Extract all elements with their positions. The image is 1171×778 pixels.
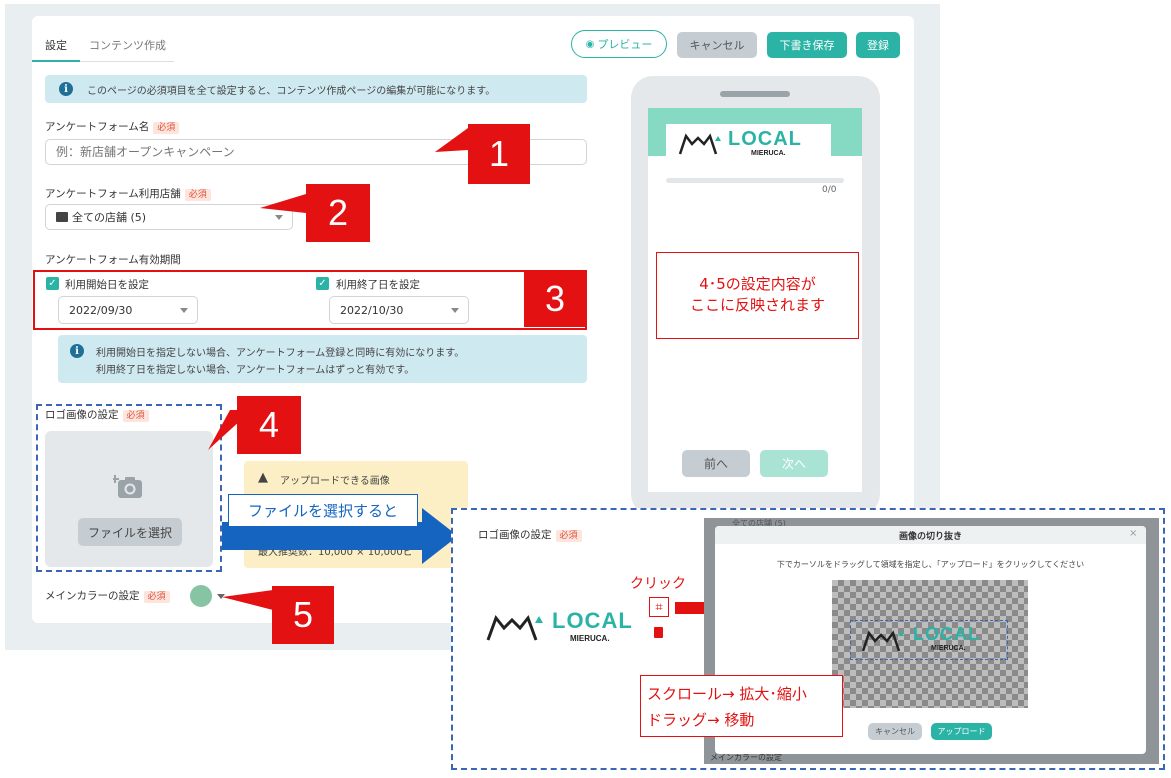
delete-icon[interactable] <box>654 627 663 638</box>
preview-progress-bar <box>666 178 844 183</box>
phone-speaker <box>720 91 790 97</box>
inset-logo-label: ロゴ画像の設定 必須 <box>478 527 582 542</box>
callout-5-pointer <box>222 590 273 610</box>
callout-2-pointer <box>260 194 306 213</box>
callout-badge-1: 1 <box>468 124 530 184</box>
crop-instruction: 下でカーソルをドラッグして領域を指定し、「アップロード」をクリックしてください <box>776 560 1085 569</box>
callout-badge-4: 4 <box>237 396 301 454</box>
preview-logo-word: LOCAL <box>728 128 802 150</box>
preview-logo-sub: MIERUCA. <box>751 150 786 157</box>
callout-badge-5: 5 <box>272 586 334 644</box>
callout-1-pointer <box>435 128 468 152</box>
crop-logo-sub: MIERUCA. <box>931 645 966 652</box>
required-tag: 必須 <box>555 530 582 542</box>
crop-cancel-button[interactable]: キャンセル <box>868 723 922 740</box>
crop-icon[interactable]: ⌗ <box>649 597 669 617</box>
mieruca-cat-icon <box>678 133 721 155</box>
preview-reflect-note: 4･5の設定内容が ここに反映されます <box>656 252 859 339</box>
close-icon[interactable]: × <box>1129 528 1137 539</box>
crop-selection[interactable]: LOCAL MIERUCA. <box>850 620 1008 660</box>
preview-reflect-line1: 4･5の設定内容が <box>699 275 816 293</box>
preview-progress-text: 0/0 <box>822 185 837 195</box>
file-select-arrow-label: ファイルを選択すると <box>228 494 418 527</box>
inset-logo-label-text: ロゴ画像の設定 <box>478 529 552 541</box>
scroll-drag-note: スクロール→ 拡大･縮小 ドラッグ→ 移動 <box>640 675 843 737</box>
preview-logo-box: LOCAL MIERUCA. <box>666 124 831 160</box>
preview-next-button[interactable]: 次へ <box>760 450 828 477</box>
preview-prev-button[interactable]: 前へ <box>682 450 750 477</box>
callout-badge-2: 2 <box>306 184 370 242</box>
crop-upload-button[interactable]: アップロード <box>931 723 992 740</box>
mieruca-cat-icon <box>486 614 543 641</box>
inset-logo-word: LOCAL <box>552 608 633 633</box>
scroll-note-line2: ドラッグ→ 移動 <box>647 711 755 729</box>
mieruca-cat-icon <box>861 630 904 652</box>
callout-badge-3: 3 <box>524 271 586 327</box>
preview-reflect-line2: ここに反映されます <box>689 296 825 314</box>
inset-logo-preview: LOCAL MIERUCA. <box>486 608 636 648</box>
crop-logo-word: LOCAL <box>913 624 980 644</box>
scroll-note-line1: スクロール→ 拡大･縮小 <box>647 685 807 703</box>
crop-canvas[interactable]: LOCAL MIERUCA. <box>832 580 1028 708</box>
crop-dialog-title: 画像の切り抜き <box>898 532 962 542</box>
inset-logo-sub: MIERUCA. <box>570 634 610 643</box>
